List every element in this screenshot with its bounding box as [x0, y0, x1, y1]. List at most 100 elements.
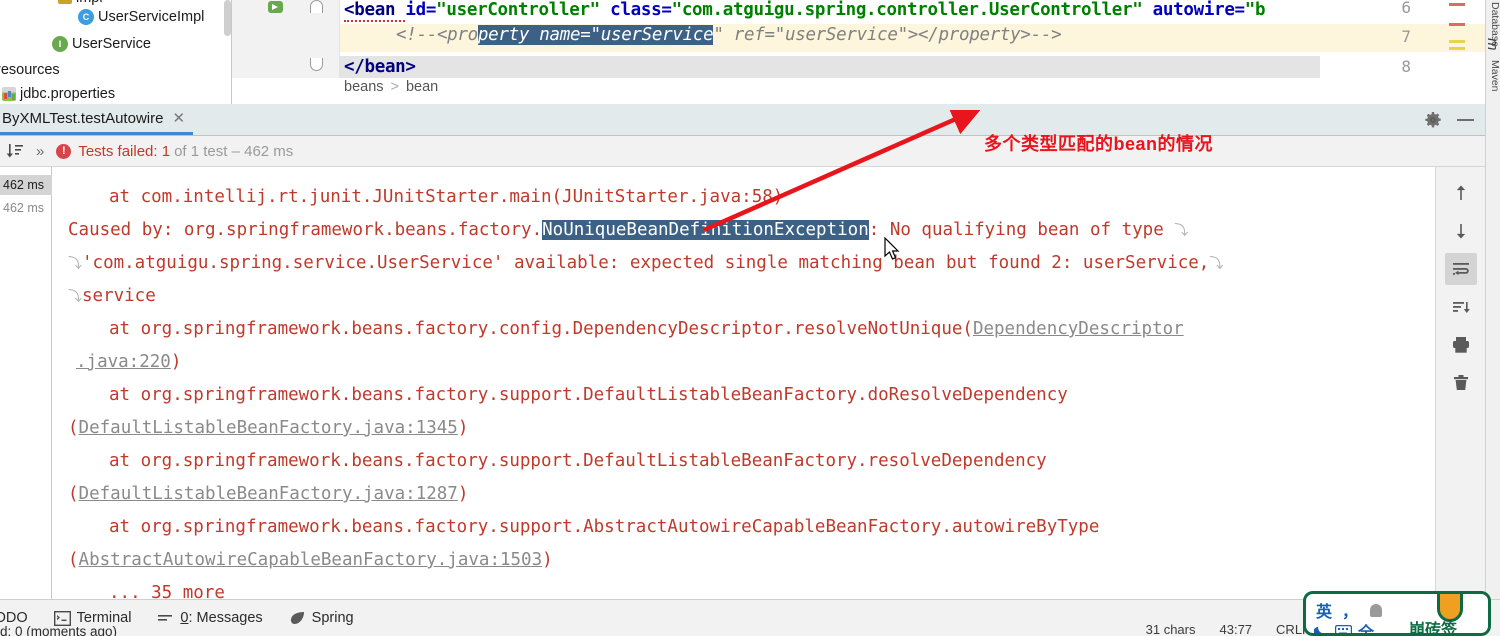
console-scrollbar[interactable] [1422, 167, 1435, 599]
filter-icon[interactable] [1445, 291, 1477, 323]
rail-label-maven[interactable]: Maven [1486, 60, 1500, 92]
breadcrumb[interactable]: beans > bean [344, 79, 438, 95]
code-fold-icon[interactable] [310, 0, 323, 13]
breadcrumb-bean[interactable]: bean [406, 79, 438, 95]
breadcrumb-separator: > [390, 79, 399, 95]
code-line-7: <!--<property name="userService" ref="us… [396, 25, 1062, 45]
bottom-tab-messages[interactable]: 0: Messages [157, 610, 263, 626]
moon-icon[interactable] [1313, 624, 1329, 633]
far-right-rail[interactable] [1485, 104, 1500, 599]
console-seg: at org.springframework.beans.factory.con… [109, 319, 973, 339]
keyboard-icon[interactable] [1334, 624, 1353, 633]
warning-stripe-mark[interactable] [1449, 40, 1465, 43]
tree-item-resources[interactable]: resources [0, 62, 60, 78]
error-stripe-mark[interactable] [1449, 23, 1465, 26]
expand-toolbar-chevron[interactable]: » [36, 143, 44, 160]
line7-comment-suffix: " ref="userService"></property>--> [713, 25, 1062, 45]
char-count: 31 chars [1145, 622, 1196, 636]
source-link[interactable]: DependencyDescriptor [973, 319, 1184, 339]
line7-comment-prefix: <!--<pro [396, 25, 478, 45]
test-tree-row[interactable]: 462 ms [0, 198, 52, 218]
console-line: ... 35 more [52, 577, 225, 599]
right-tool-rail[interactable]: Database m Maven [1484, 0, 1500, 104]
console-line: Caused by: org.springframework.beans.fac… [68, 214, 1188, 248]
print-icon[interactable] [1445, 329, 1477, 361]
ime-handle[interactable] [1437, 594, 1463, 622]
close-icon[interactable]: ✕ [172, 109, 185, 127]
source-link[interactable]: DefaultListableBeanFactory.java:1287 [79, 484, 458, 504]
vcs-status-label: d: 0 (moments ago) [0, 624, 118, 636]
console-line: at org.springframework.beans.factory.sup… [52, 379, 1068, 412]
exception-name-selection[interactable]: NoUniqueBeanDefinitionException [542, 220, 869, 240]
breadcrumb-beans[interactable]: beans [344, 79, 384, 95]
console-seg: at com.intellij.rt.junit.JUnitStarter.ma… [109, 187, 784, 207]
xml-editor[interactable]: 6 7 8 <bean id="userController" class="c… [232, 0, 1485, 104]
sort-icon[interactable] [6, 143, 24, 159]
project-tree-pane[interactable]: impl C UserServiceImpl I UserService res… [0, 0, 232, 104]
tree-item-userserviceimpl[interactable]: C UserServiceImpl [78, 9, 204, 25]
console-seg: at org.springframework.beans.factory.sup… [109, 451, 1047, 471]
soft-wrap-icon[interactable] [1445, 253, 1477, 285]
test-tree-pane[interactable]: 462 ms 462 ms [0, 167, 52, 599]
editor-status-group: 31 chars 43:77 CRLF [1146, 622, 1310, 636]
source-link[interactable]: DefaultListableBeanFactory.java:1345 [79, 418, 458, 438]
tree-item-label: resources [0, 62, 60, 78]
error-stripe-mark[interactable] [1449, 3, 1465, 6]
test-tree-row[interactable]: 462 ms [0, 175, 52, 195]
run-tab-bar: ByXMLTest.testAutowire ✕ [0, 104, 1500, 136]
wrap-marker-icon: ⤵ [1174, 223, 1189, 239]
fullwidth-icon[interactable]: 全 [1358, 619, 1374, 633]
console-line: .java:220) [76, 346, 181, 379]
wrap-marker-icon: ⤵ [1209, 256, 1224, 272]
console-seg: ) [457, 484, 469, 504]
ime-floating-bar[interactable]: 英 ， 全 崩砖签 [1303, 591, 1491, 636]
editor-gutter[interactable] [232, 0, 340, 78]
trash-icon[interactable] [1445, 367, 1477, 399]
messages-icon [157, 611, 174, 626]
ime-toolbar-row[interactable]: 全 [1313, 619, 1374, 633]
gear-icon[interactable] [1424, 111, 1442, 129]
tree-item-userservice[interactable]: I UserService [52, 36, 151, 52]
test-results-toolbar: » ! Tests failed: 1 of 1 test – 462 ms [0, 136, 1500, 167]
editor-error-stripe[interactable] [1447, 0, 1467, 104]
console-seg: ( [68, 550, 79, 570]
console-line: ⤵'com.atguigu.spring.service.UserService… [68, 247, 1223, 281]
project-tree-scrollbar[interactable] [224, 0, 231, 36]
wrap-marker-icon: ⤵ [68, 289, 82, 305]
line-number: 7 [1401, 27, 1411, 46]
console-seg: ( [68, 484, 79, 504]
scroll-up-icon[interactable] [1445, 177, 1477, 209]
stacktrace-console[interactable]: at com.intellij.rt.junit.JUnitStarter.ma… [52, 167, 1435, 599]
console-seg: ) [170, 352, 182, 372]
warning-stripe-mark[interactable] [1449, 47, 1465, 50]
person-icon[interactable] [1370, 603, 1383, 617]
minimize-icon[interactable] [1457, 119, 1474, 121]
code-line-8: </bean> [344, 57, 416, 77]
code-fold-icon[interactable] [310, 58, 323, 71]
scroll-down-icon[interactable] [1445, 215, 1477, 247]
spring-bean-gutter-icon[interactable] [268, 1, 286, 19]
error-icon: ! [56, 143, 72, 159]
source-link[interactable]: .java:220 [76, 352, 171, 372]
tree-item-impl[interactable]: impl [58, 0, 103, 6]
annotation-label: 多个类型匹配的bean的情况 [984, 134, 1214, 154]
console-seg: ) [457, 418, 469, 438]
source-link[interactable]: AbstractAutowireCapableBeanFactory.java:… [79, 550, 543, 570]
console-line: (DefaultListableBeanFactory.java:1345) [68, 412, 468, 445]
console-seg: ... 35 more [109, 583, 225, 599]
console-seg: ( [68, 418, 79, 438]
line8-highlight [340, 56, 1320, 78]
console-line: (AbstractAutowireCapableBeanFactory.java… [68, 544, 553, 577]
code-line-6: <bean id="userController" class="com.atg… [344, 0, 1266, 22]
run-tab-byxmltest[interactable]: ByXMLTest.testAutowire ✕ [0, 104, 194, 135]
tree-item-jdbc-properties[interactable]: jdbc.properties [2, 86, 115, 102]
interface-icon: I [52, 36, 68, 52]
console-line: ⤵service [68, 280, 156, 314]
bottom-tab-spring[interactable]: Spring [289, 610, 354, 626]
caret-position[interactable]: 43:77 [1220, 622, 1253, 636]
folder-icon [58, 0, 72, 4]
console-seg: ) [542, 550, 553, 570]
tree-item-label: UserService [72, 36, 151, 52]
tests-summary-label: of 1 test – 462 ms [174, 142, 294, 160]
console-line: at org.springframework.beans.factory.sup… [52, 445, 1047, 478]
